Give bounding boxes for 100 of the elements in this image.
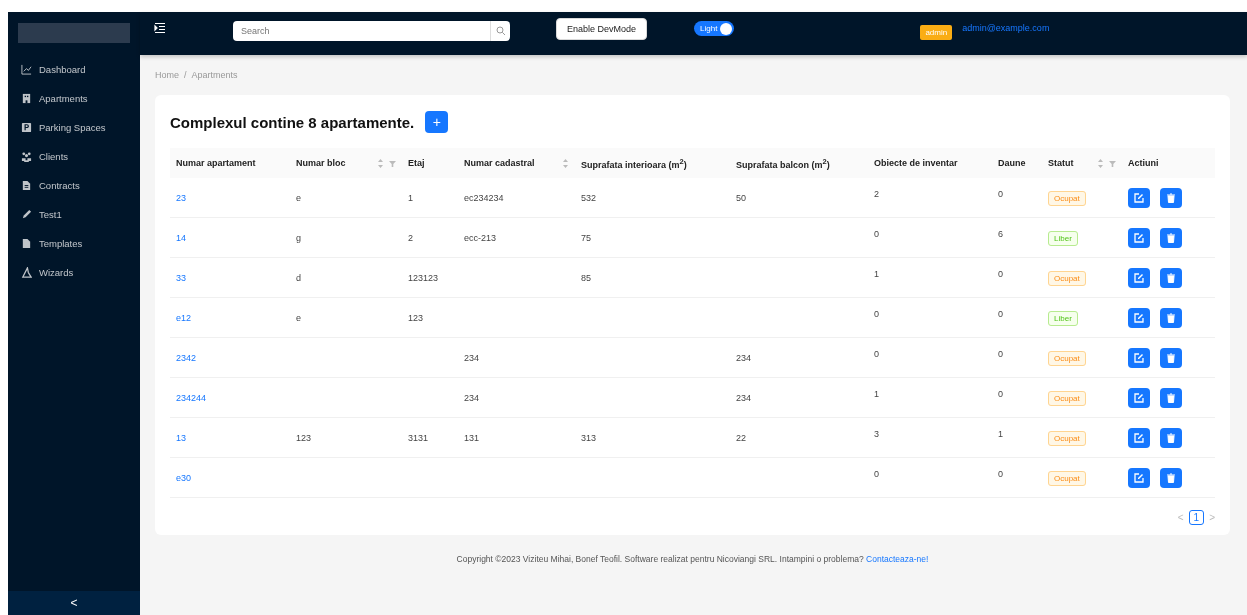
edit-icon <box>1134 432 1144 443</box>
table-cell: 123 <box>296 432 312 443</box>
edit-button[interactable] <box>1128 347 1150 368</box>
delete-button[interactable] <box>1160 347 1182 368</box>
table-cell: 0 <box>998 389 1003 399</box>
apartment-link[interactable]: 234244 <box>176 392 207 403</box>
column-label: Statut <box>1048 158 1074 168</box>
trash-icon <box>1166 232 1176 243</box>
trash-icon <box>1166 192 1176 203</box>
menu-icon[interactable] <box>154 21 166 34</box>
trash-icon <box>1166 312 1176 323</box>
chart-icon <box>21 63 32 75</box>
table-cell: 0 <box>874 309 879 319</box>
delete-button[interactable] <box>1160 307 1182 328</box>
table-cell: 234 <box>464 352 480 363</box>
search-button[interactable] <box>490 20 510 41</box>
collapse-button[interactable]: < <box>8 591 140 615</box>
table-cell: 6 <box>998 229 1003 239</box>
delete-button[interactable] <box>1160 467 1182 488</box>
table-cell: 234 <box>736 352 752 363</box>
table-cell: 3131 <box>408 432 429 443</box>
delete-button[interactable] <box>1160 387 1182 408</box>
users-icon <box>21 150 32 162</box>
contact-link[interactable]: Contacteaza-ne! <box>866 554 929 564</box>
footer-text: Copyright ©2023 Viziteu Mihai, Bonef Teofil. Software realizat pentru Nicoviangi SRL. Intampini o problema? <box>456 554 864 564</box>
apartment-link[interactable]: 14 <box>176 232 186 243</box>
table-cell: 85 <box>581 272 591 283</box>
sidebar-item[interactable]: Apartments <box>8 86 140 110</box>
delete-button[interactable] <box>1160 187 1182 208</box>
edit-button[interactable] <box>1128 267 1150 288</box>
table-cell: 50 <box>736 192 746 203</box>
breadcrumb-item: Apartments <box>191 70 238 80</box>
trash-icon <box>1166 472 1176 483</box>
apartment-link[interactable]: 33 <box>176 272 186 283</box>
table-cell: 1 <box>998 429 1003 439</box>
status-tag: Ocupat <box>1048 190 1086 206</box>
table-cell: 1 <box>874 269 879 279</box>
edit-button[interactable] <box>1128 427 1150 448</box>
status-tag: Ocupat <box>1048 470 1086 486</box>
sidebar-item[interactable]: Dashboard <box>8 57 140 81</box>
edit-icon <box>1134 232 1144 243</box>
table-cell: d <box>296 272 301 283</box>
table-cell: 234 <box>736 392 752 403</box>
table-cell: 2 <box>874 189 879 199</box>
delete-button[interactable] <box>1160 267 1182 288</box>
table-cell: 1 <box>408 192 413 203</box>
edit-button[interactable] <box>1128 467 1150 488</box>
column-label: Obiecte de inventar <box>874 158 958 168</box>
sidebar-item[interactable]: Templates <box>8 231 140 255</box>
column-label: Suprafata interioara (m$^{2}$) <box>581 156 687 170</box>
sidebar-item[interactable]: Contracts <box>8 173 140 197</box>
table-cell: 1 <box>874 389 879 399</box>
table-cell: 22 <box>736 432 746 443</box>
devmode-button[interactable]: Enable DevMode <box>556 17 648 40</box>
apartment-link[interactable]: 23 <box>176 192 186 203</box>
sidebar-item[interactable]: Test1 <box>8 202 140 226</box>
column-label: Numar cadastral <box>464 158 535 168</box>
edit-button[interactable] <box>1128 387 1150 408</box>
building-icon <box>21 92 32 104</box>
doc-icon <box>21 179 32 191</box>
theme-switch[interactable]: Light <box>694 21 735 36</box>
delete-button[interactable] <box>1160 427 1182 448</box>
apartment-link[interactable]: 13 <box>176 432 186 443</box>
column-label: Numar apartament <box>176 158 256 168</box>
breadcrumb-item[interactable]: Home <box>155 70 179 80</box>
table-cell: ecc-213 <box>464 232 497 243</box>
column-label: Actiuni <box>1128 158 1159 168</box>
table-cell: 0 <box>874 349 879 359</box>
edit-button[interactable] <box>1128 187 1150 208</box>
page-button[interactable]: 1 <box>1188 510 1205 525</box>
apartment-link[interactable]: 2342 <box>176 352 197 363</box>
apartment-link[interactable]: e12 <box>176 312 192 323</box>
status-tag: Liber <box>1048 230 1078 246</box>
edit-icon <box>1134 392 1144 403</box>
column-label: Etaj <box>408 158 425 168</box>
add-button[interactable]: + <box>425 111 449 133</box>
sidebar-item[interactable]: Wizards <box>8 260 140 284</box>
role-badge: admin <box>920 25 953 40</box>
status-tag: Ocupat <box>1048 430 1086 446</box>
delete-button[interactable] <box>1160 227 1182 248</box>
table-cell: 123123 <box>408 272 439 283</box>
status-tag: Ocupat <box>1048 390 1086 406</box>
user-email[interactable]: admin@example.com <box>962 22 1050 33</box>
table-cell: 0 <box>874 229 879 239</box>
parking-icon <box>21 121 32 133</box>
trash-icon <box>1166 432 1176 443</box>
table-cell: 532 <box>581 192 597 203</box>
table-cell: e <box>296 312 301 323</box>
edit-icon <box>1134 192 1144 203</box>
status-tag: Liber <box>1048 310 1078 326</box>
edit-button[interactable] <box>1128 227 1150 248</box>
table-cell: 0 <box>998 189 1003 199</box>
edit-button[interactable] <box>1128 307 1150 328</box>
trash-icon <box>1166 272 1176 283</box>
apartment-link[interactable]: e30 <box>176 472 192 483</box>
sidebar-item[interactable]: Clients <box>8 144 140 168</box>
sidebar-item[interactable]: Parking Spaces <box>8 115 140 139</box>
status-tag: Ocupat <box>1048 350 1086 366</box>
pen-icon <box>21 208 32 220</box>
search-field[interactable]: Search <box>233 20 490 41</box>
